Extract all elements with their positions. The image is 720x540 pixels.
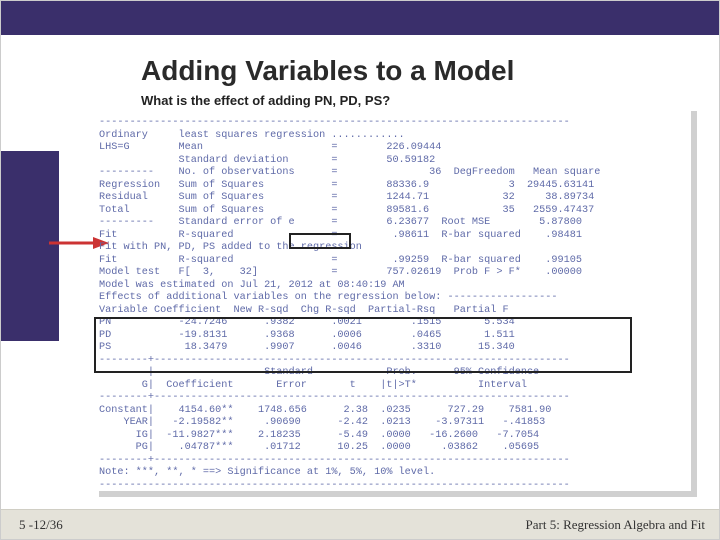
output-shadow-right (691, 111, 697, 497)
page-number: 5 -12/36 (19, 517, 63, 533)
slide-subtitle: What is the effect of adding PN, PD, PS? (141, 93, 390, 108)
footer-title: Part 5: Regression Algebra and Fit (526, 517, 705, 533)
top-bar (1, 1, 719, 35)
highlight-box-vars (94, 317, 632, 373)
regression-output: ----------------------------------------… (99, 117, 691, 493)
highlight-box-rsq (289, 233, 351, 249)
slide: Adding Variables to a Model What is the … (0, 0, 720, 540)
output-shadow-bottom (99, 491, 697, 497)
footer-bar: 5 -12/36 Part 5: Regression Algebra and … (1, 509, 719, 539)
slide-title: Adding Variables to a Model (141, 55, 514, 87)
